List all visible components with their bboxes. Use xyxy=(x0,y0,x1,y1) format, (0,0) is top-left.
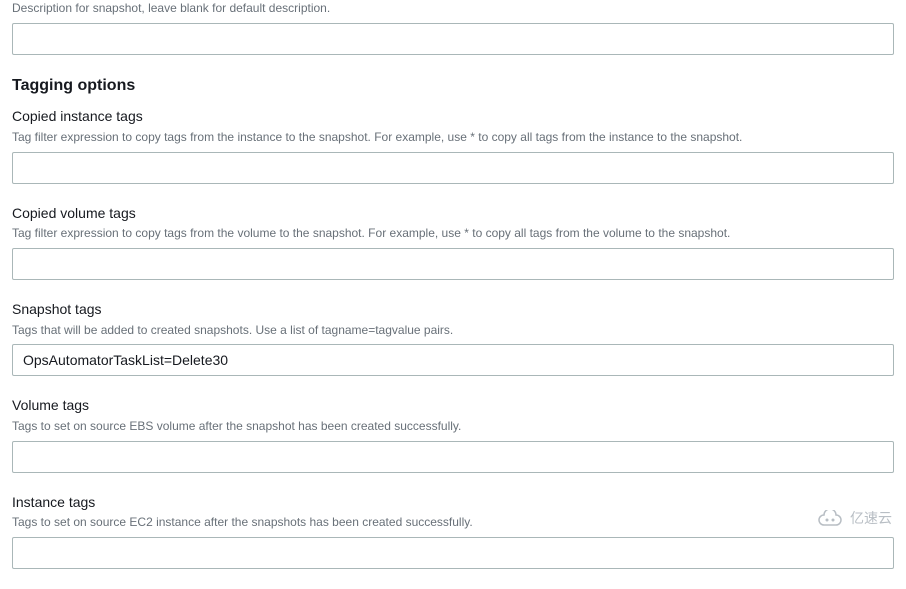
volume-tags-help: Tags to set on source EBS volume after t… xyxy=(12,418,894,435)
copied-volume-tags-group: Copied volume tags Tag filter expression… xyxy=(12,204,894,280)
copied-instance-tags-help: Tag filter expression to copy tags from … xyxy=(12,129,894,146)
copied-instance-tags-group: Copied instance tags Tag filter expressi… xyxy=(12,107,894,183)
instance-tags-help: Tags to set on source EC2 instance after… xyxy=(12,514,894,531)
description-field-group: Description for snapshot, leave blank fo… xyxy=(12,0,894,55)
tagging-options-heading: Tagging options xyxy=(12,75,894,97)
copied-instance-tags-input[interactable] xyxy=(12,152,894,184)
snapshot-tags-help: Tags that will be added to created snaps… xyxy=(12,322,894,339)
snapshot-tags-input[interactable] xyxy=(12,344,894,376)
instance-tags-group: Instance tags Tags to set on source EC2 … xyxy=(12,493,894,569)
snapshot-tags-group: Snapshot tags Tags that will be added to… xyxy=(12,300,894,376)
volume-tags-input[interactable] xyxy=(12,441,894,473)
copied-instance-tags-label: Copied instance tags xyxy=(12,107,894,127)
description-input[interactable] xyxy=(12,23,894,55)
volume-tags-group: Volume tags Tags to set on source EBS vo… xyxy=(12,396,894,472)
instance-tags-label: Instance tags xyxy=(12,493,894,513)
copied-volume-tags-label: Copied volume tags xyxy=(12,204,894,224)
volume-tags-label: Volume tags xyxy=(12,396,894,416)
copied-volume-tags-input[interactable] xyxy=(12,248,894,280)
description-help: Description for snapshot, leave blank fo… xyxy=(12,0,894,17)
instance-tags-input[interactable] xyxy=(12,537,894,569)
snapshot-tags-label: Snapshot tags xyxy=(12,300,894,320)
copied-volume-tags-help: Tag filter expression to copy tags from … xyxy=(12,225,894,242)
